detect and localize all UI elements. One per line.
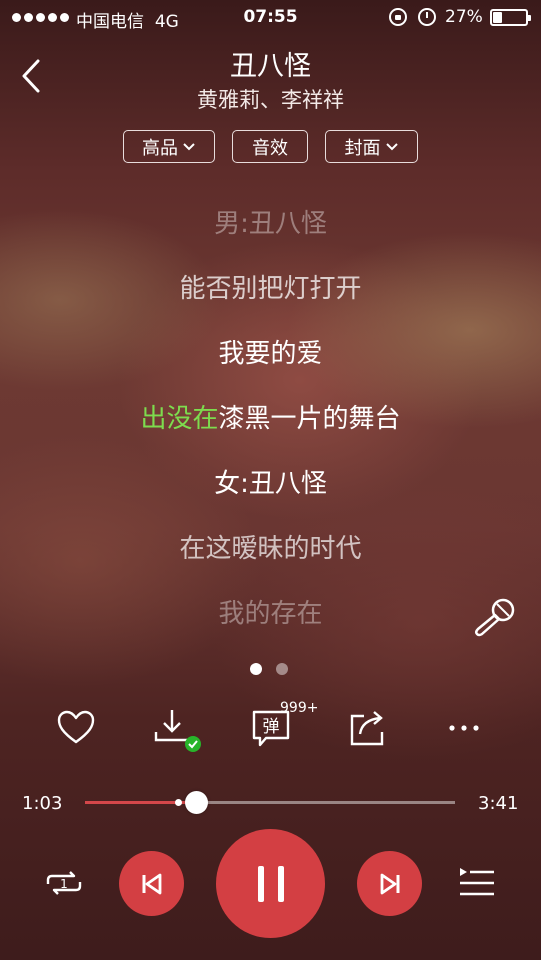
pause-icon — [257, 865, 284, 902]
skip-previous-icon — [142, 873, 161, 894]
chevron-down-icon — [183, 142, 195, 150]
loop-mode-button[interactable]: 1 — [44, 864, 84, 902]
next-button[interactable] — [357, 851, 422, 916]
quality-label: 高品 — [142, 137, 178, 159]
alarm-icon — [418, 8, 436, 26]
more-button[interactable] — [444, 706, 488, 750]
download-icon — [154, 710, 201, 752]
previous-button[interactable] — [119, 851, 184, 916]
download-button[interactable] — [152, 706, 204, 756]
svg-text:1: 1 — [60, 877, 68, 891]
page-dot-active[interactable] — [250, 663, 262, 675]
cover-label: 封面 — [344, 137, 381, 159]
lyric-line: 我的存在 — [218, 599, 323, 629]
cover-dropdown[interactable]: 封面 — [325, 130, 418, 163]
progress-knob[interactable] — [185, 791, 208, 814]
like-button[interactable] — [54, 706, 98, 750]
microphone-icon — [474, 598, 515, 637]
battery-icon — [490, 9, 531, 26]
playlist-button[interactable] — [458, 866, 496, 900]
karaoke-mic-button[interactable] — [472, 596, 518, 638]
pause-button[interactable] — [216, 829, 325, 938]
lyric-line: 能否别把灯打开 — [179, 274, 362, 304]
current-time: 1:03 — [22, 793, 63, 814]
chevron-down-icon — [385, 142, 398, 150]
effects-label: 音效 — [252, 137, 288, 159]
page-dot[interactable] — [276, 663, 288, 675]
more-dots-icon — [449, 725, 479, 731]
playlist-icon — [460, 868, 494, 896]
total-time: 3:41 — [478, 793, 519, 814]
battery-percent: 27% — [445, 7, 483, 27]
buffer-marker — [174, 799, 182, 806]
artist-name[interactable]: 黄雅莉、李祥祥 — [0, 84, 541, 114]
heart-icon — [57, 710, 95, 744]
effects-button[interactable]: 音效 — [232, 130, 308, 163]
skip-next-icon — [380, 873, 399, 894]
lyric-line: 男:丑八怪 — [214, 209, 327, 239]
quality-dropdown[interactable]: 高品 — [123, 130, 215, 163]
options-bar: 高品 音效 封面 — [0, 130, 541, 164]
lyric-line: 我要的爱 — [218, 339, 323, 369]
progress-bar[interactable] — [85, 791, 455, 814]
status-bar: 中国电信 4G 07:55 27% — [0, 0, 541, 36]
comment-count-badge: 999+ — [280, 700, 319, 716]
song-title: 丑八怪 — [230, 51, 311, 82]
lyric-line: 女:丑八怪 — [214, 469, 327, 499]
share-icon — [350, 711, 384, 746]
svg-text:弹: 弹 — [263, 717, 280, 737]
share-button[interactable] — [346, 706, 390, 750]
lyric-sung-part: 出没在 — [140, 404, 219, 434]
rotation-lock-icon — [389, 8, 407, 26]
lyric-unsung-part: 漆黑一片的舞台 — [218, 404, 401, 434]
page-indicator — [250, 663, 288, 675]
lyric-line: 在这暧昧的时代 — [179, 534, 362, 564]
repeat-one-icon: 1 — [46, 871, 82, 895]
current-lyric-line: 出没在漆黑一片的舞台 — [0, 398, 541, 435]
